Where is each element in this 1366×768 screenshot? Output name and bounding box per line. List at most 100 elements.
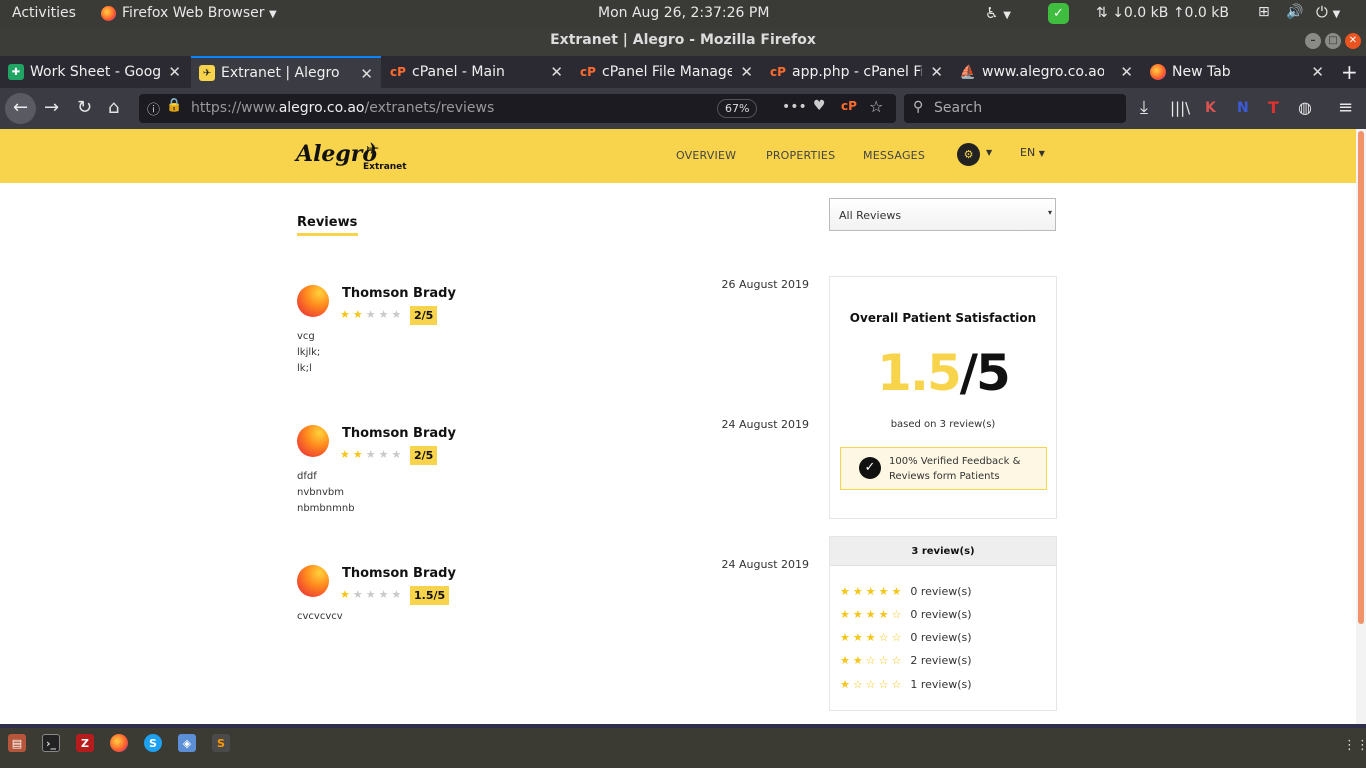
extension-t-icon[interactable]: T xyxy=(1268,97,1279,119)
firefox-icon[interactable] xyxy=(110,734,128,752)
user-avatar[interactable]: ⚙ xyxy=(957,143,980,166)
reviewer-name: Thomson Brady xyxy=(342,286,456,301)
review-text-line: lk;l xyxy=(297,363,312,374)
distribution-row-1[interactable]: ★ ☆ ☆ ☆ ☆ 1 review(s) xyxy=(840,677,972,691)
cpanel-icon[interactable]: cP xyxy=(841,99,857,113)
site-logo[interactable]: Alegro ✈ Extranet xyxy=(296,139,407,175)
window-title: Extranet | Alegro - Mozilla Firefox xyxy=(550,32,816,48)
close-tab-icon[interactable]: ✕ xyxy=(930,63,943,81)
language-selector[interactable]: EN ▼ xyxy=(1020,146,1045,159)
search-icon: ⚲ xyxy=(913,99,924,115)
library-icon[interactable]: |||\ xyxy=(1170,97,1190,119)
tab-alegro-localhost[interactable]: ⛵ www.alegro.co.ao / localhost ✕ xyxy=(952,56,1141,88)
tab-extranet-alegro[interactable]: ✈ Extranet | Alegro ✕ xyxy=(191,56,381,88)
skype-icon[interactable]: S xyxy=(144,734,162,752)
close-tab-icon[interactable]: ✕ xyxy=(740,63,753,81)
rating-stars: ★ ★ ★ ☆ ☆ xyxy=(840,630,902,644)
distribution-row-5[interactable]: ★ ★ ★ ★ ★ 0 review(s) xyxy=(840,584,972,598)
tab-cpanel-file-manager[interactable]: cP cPanel File Manager ✕ xyxy=(572,56,761,88)
tab-label: cPanel File Manager xyxy=(602,64,732,80)
url-text[interactable]: https://www.alegro.co.ao/extranets/revie… xyxy=(191,100,494,116)
maximize-button[interactable]: □ xyxy=(1325,33,1341,49)
terminal-icon[interactable]: ›_ xyxy=(42,734,60,752)
distribution-row-2[interactable]: ★ ★ ☆ ☆ ☆ 2 review(s) xyxy=(840,653,972,667)
score-out-of: /5 xyxy=(959,344,1011,402)
system-top-bar: Activities Firefox Web Browser ▼ Mon Aug… xyxy=(0,0,1366,27)
update-check-icon[interactable]: ✓ xyxy=(1048,3,1069,24)
downloads-icon[interactable]: ⤓ xyxy=(1140,97,1148,119)
page-actions-icon[interactable]: ••• xyxy=(782,99,807,115)
close-tab-icon[interactable]: ✕ xyxy=(1120,63,1133,81)
avatar xyxy=(297,285,329,317)
taskbar: ▤ ›_ Z S ◈ S ⋮⋮ xyxy=(0,724,1366,768)
nav-messages[interactable]: MESSAGES xyxy=(863,149,925,162)
forward-button[interactable]: → xyxy=(44,97,59,119)
distribution-row-3[interactable]: ★ ★ ★ ☆ ☆ 0 review(s) xyxy=(840,630,972,644)
tab-work-sheet[interactable]: ✚ Work Sheet - Google Sheets ✕ xyxy=(0,56,189,88)
net-up: ↑0.0 kB xyxy=(1172,5,1229,21)
globe-icon[interactable]: ◍ xyxy=(1298,97,1312,119)
back-button[interactable]: ← xyxy=(5,93,36,124)
tab-new-tab[interactable]: New Tab ✕ xyxy=(1142,56,1332,88)
reviews-filter-select[interactable]: All Reviews ▾ xyxy=(829,198,1056,231)
nav-properties[interactable]: PROPERTIES xyxy=(766,149,835,162)
bookmark-star-icon[interactable]: ☆ xyxy=(869,97,883,116)
home-button[interactable]: ⌂ xyxy=(108,97,119,119)
row-count: 2 review(s) xyxy=(910,653,972,667)
navigation-toolbar: ← → ↻ ⌂ ⓘ 🔒 https://www.alegro.co.ao/ext… xyxy=(0,88,1366,129)
distribution-row-4[interactable]: ★ ★ ★ ★ ☆ 0 review(s) xyxy=(840,607,972,621)
zoom-indicator[interactable]: 67% xyxy=(717,99,758,118)
menu-icon[interactable]: ≡ xyxy=(1338,97,1353,119)
files-icon[interactable]: ▤ xyxy=(8,734,26,752)
pocket-icon[interactable]: ♥ xyxy=(813,98,826,114)
close-tab-icon[interactable]: ✕ xyxy=(360,65,373,83)
extension-n-icon[interactable]: N xyxy=(1237,97,1249,119)
page-title-text: Reviews xyxy=(297,215,358,230)
review-card: Thomson Brady 24 August 2019 ★ ★ ★ ★ ★ 1.5/5… xyxy=(297,558,817,695)
close-tab-icon[interactable]: ✕ xyxy=(550,63,563,81)
new-tab-button[interactable]: + xyxy=(1341,60,1358,84)
tab-app-php[interactable]: cP app.php - cPanel File Manager ✕ xyxy=(762,56,951,88)
accessibility-icon[interactable]: ♿ ▼ xyxy=(985,4,1011,22)
tab-label: New Tab xyxy=(1172,64,1231,80)
review-text-line: lkjlk; xyxy=(297,347,321,358)
review-text-line: nvbnvbm xyxy=(297,487,344,498)
app-menu[interactable]: Firefox Web Browser ▼ xyxy=(122,5,277,21)
power-icon[interactable]: ⏻ ▼ xyxy=(1316,3,1340,21)
extension-k-icon[interactable]: K xyxy=(1205,97,1216,119)
close-window-button[interactable]: ✕ xyxy=(1345,33,1361,49)
virtualbox-icon[interactable]: ◈ xyxy=(178,734,196,752)
minimize-button[interactable]: – xyxy=(1305,33,1321,49)
reload-button[interactable]: ↻ xyxy=(77,97,92,119)
clock[interactable]: Mon Aug 26, 2:37:26 PM xyxy=(598,5,769,21)
chevron-down-icon: ▾ xyxy=(1047,208,1052,217)
info-icon[interactable]: ⓘ xyxy=(147,99,160,118)
tab-label: app.php - cPanel File Manager xyxy=(792,64,922,80)
network-icon[interactable]: ⊞ xyxy=(1258,4,1270,20)
window-titlebar: Extranet | Alegro - Mozilla Firefox – □ … xyxy=(0,27,1366,56)
volume-icon[interactable]: 🔊 xyxy=(1286,4,1303,20)
firefox-icon xyxy=(1150,64,1166,80)
close-tab-icon[interactable]: ✕ xyxy=(1311,63,1324,81)
chevron-down-icon[interactable]: ▼ xyxy=(986,148,992,157)
firefox-icon xyxy=(101,6,116,21)
activities-button[interactable]: Activities xyxy=(12,5,76,21)
close-tab-icon[interactable]: ✕ xyxy=(168,63,181,81)
page-footer-strip xyxy=(0,724,1366,728)
star-empty-icon: ★ xyxy=(365,308,376,321)
review-text-line: cvcvcvcv xyxy=(297,611,343,622)
star-empty-icon: ★ xyxy=(378,448,389,461)
tab-cpanel-main[interactable]: cP cPanel - Main ✕ xyxy=(382,56,571,88)
rating-badge: 2/5 xyxy=(410,446,438,465)
tab-label: cPanel - Main xyxy=(412,64,505,80)
app-grid-icon[interactable]: ⋮⋮ xyxy=(1343,738,1366,753)
search-bar[interactable]: ⚲ Search xyxy=(904,94,1126,123)
filezilla-icon[interactable]: Z xyxy=(76,734,94,752)
scrollbar-thumb[interactable] xyxy=(1358,131,1364,624)
logo-subtitle: Extranet xyxy=(363,162,407,172)
nav-overview[interactable]: OVERVIEW xyxy=(676,149,736,162)
url-bar[interactable]: ⓘ 🔒 https://www.alegro.co.ao/extranets/r… xyxy=(139,94,896,123)
lock-icon[interactable]: 🔒 xyxy=(166,98,182,113)
sublime-text-icon[interactable]: S xyxy=(212,734,230,752)
search-input[interactable]: Search xyxy=(934,100,982,116)
